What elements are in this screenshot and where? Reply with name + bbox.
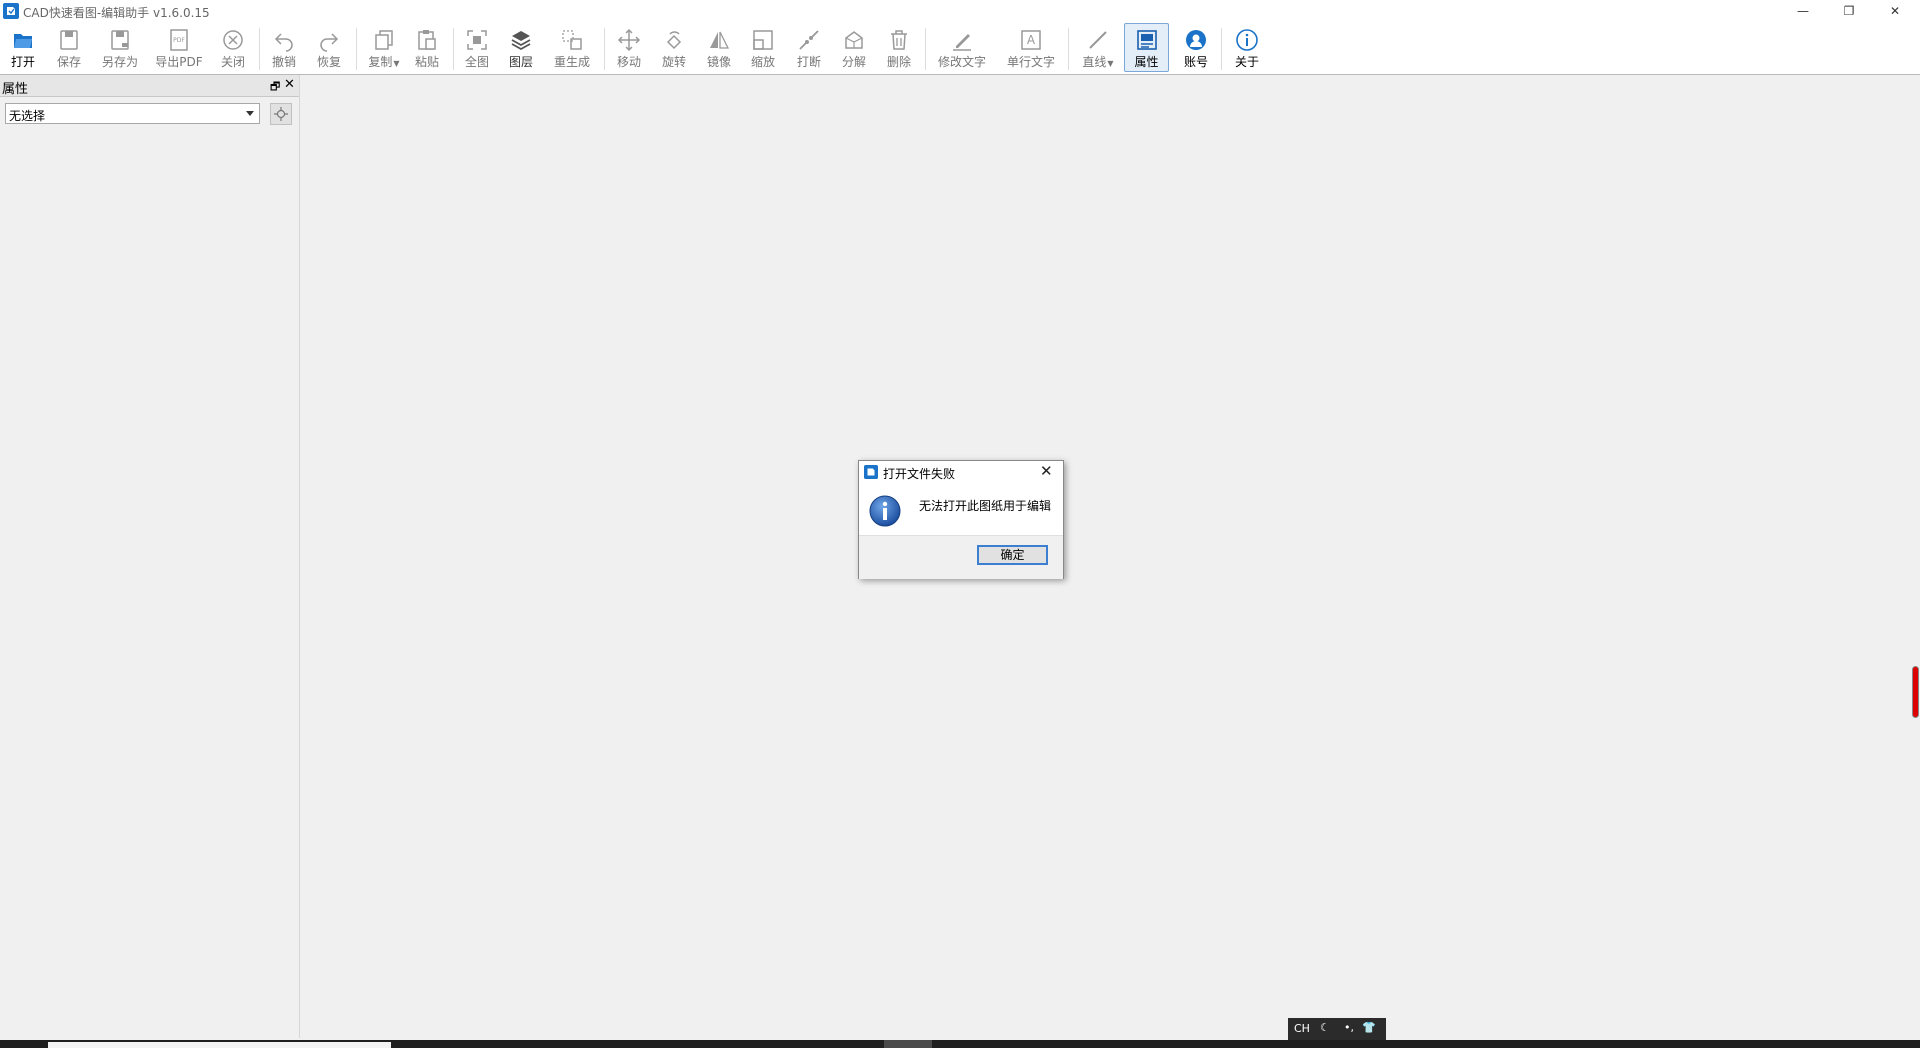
toolbar-separator — [453, 28, 454, 70]
shirt-icon[interactable]: 👕 — [1362, 1021, 1376, 1034]
redo-icon — [320, 33, 339, 52]
rotate-icon — [666, 31, 682, 50]
scale-icon — [753, 30, 773, 50]
close-file-button[interactable]: 关闭 — [216, 24, 250, 71]
export-pdf-button[interactable]: PDF 导出PDF — [154, 24, 204, 71]
moon-icon[interactable]: ☾ — [1320, 1021, 1330, 1034]
explode-icon — [845, 31, 863, 49]
save-icon — [60, 30, 78, 50]
panel-header: 属性 🗗 ✕ — [0, 75, 299, 97]
properties-button[interactable]: 属性 — [1124, 23, 1169, 72]
mirror-icon — [710, 31, 730, 49]
pick-object-button[interactable] — [270, 103, 292, 125]
dialog-title: 打开文件失败 — [883, 467, 956, 481]
properties-icon — [1136, 30, 1157, 50]
selection-dropdown[interactable]: 无选择 — [5, 103, 260, 124]
open-button[interactable]: 打开 — [6, 24, 40, 71]
layers-button[interactable]: 图层 — [504, 24, 538, 71]
crosshair-icon — [274, 107, 288, 121]
undo-icon — [274, 33, 293, 52]
toolbar-separator — [604, 28, 605, 70]
regenerate-button[interactable]: 重生成 — [550, 24, 594, 71]
window-title: CAD快速看图-编辑助手 v1.6.0.15 — [23, 6, 210, 20]
info-icon — [1236, 29, 1258, 51]
close-panel-icon[interactable]: ✕ — [284, 77, 295, 92]
dialog-close-button[interactable]: ✕ — [1040, 462, 1053, 480]
input-method-bar: CH ☾ •, 👕 — [1288, 1018, 1386, 1040]
single-line-text-button[interactable]: A 单行文字 — [1003, 24, 1059, 71]
save-as-button[interactable]: 另存为 — [98, 24, 142, 71]
toolbar-separator — [259, 28, 260, 70]
toolbar-separator — [1221, 28, 1222, 70]
drawing-canvas[interactable] — [302, 75, 1920, 1038]
dialog-message: 无法打开此图纸用于编辑 — [919, 499, 1052, 513]
side-scroll-indicator[interactable] — [1912, 666, 1919, 718]
edit-text-icon — [953, 34, 971, 51]
account-button[interactable]: 账号 — [1178, 24, 1214, 71]
restore-button[interactable]: ❐ — [1826, 0, 1872, 22]
selection-value: 无选择 — [9, 109, 46, 123]
float-panel-icon[interactable]: 🗗 — [270, 78, 280, 97]
explode-button[interactable]: 分解 — [837, 24, 871, 71]
save-button[interactable]: 保存 — [52, 24, 86, 71]
paste-button[interactable]: 粘贴 — [410, 24, 444, 71]
taskbar — [0, 1040, 1920, 1048]
move-button[interactable]: 移动 — [612, 24, 646, 71]
copy-button[interactable]: 复制▼ — [364, 24, 404, 71]
title-bar: CAD快速看图-编辑助手 v1.6.0.15 — ❐ ✕ — [0, 0, 1920, 22]
scale-button[interactable]: 缩放 — [746, 24, 780, 71]
panel-title: 属性 — [2, 82, 29, 97]
edit-text-button[interactable]: 修改文字 — [934, 24, 990, 71]
single-line-text-icon: A — [1021, 30, 1041, 50]
copy-icon — [375, 30, 393, 50]
close-window-button[interactable]: ✕ — [1872, 0, 1918, 22]
app-logo-icon — [3, 3, 19, 19]
move-icon — [617, 28, 641, 52]
fit-view-icon — [467, 30, 487, 50]
open-folder-icon — [14, 34, 32, 48]
toolbar-separator — [356, 28, 357, 70]
language-indicator[interactable]: CH — [1294, 1022, 1310, 1035]
account-icon — [1186, 30, 1206, 50]
info-icon — [869, 495, 901, 527]
properties-panel: 属性 🗗 ✕ 无选择 — [0, 75, 300, 1038]
about-button[interactable]: 关于 — [1229, 24, 1265, 71]
main-toolbar: 打开 保存 另存为 PDF 导出PDF 关闭 撤销 恢复 复制▼ 粘贴 全图 图… — [0, 22, 1920, 75]
trash-icon — [891, 30, 907, 50]
chevron-down-icon — [246, 111, 254, 116]
close-circle-icon — [223, 30, 243, 50]
layers-icon — [511, 31, 531, 51]
punctuation-icon[interactable]: •, — [1344, 1021, 1354, 1034]
taskbar-app-button[interactable] — [884, 1040, 932, 1048]
paste-icon — [418, 30, 436, 50]
save-as-icon — [111, 30, 129, 50]
line-icon — [1089, 31, 1107, 49]
mirror-button[interactable]: 镜像 — [702, 24, 736, 71]
line-button[interactable]: 直线▼ — [1078, 24, 1118, 71]
error-dialog: 打开文件失败 ✕ 无法打开此图纸用于编辑 确定 — [858, 460, 1064, 579]
delete-button[interactable]: 删除 — [882, 24, 916, 71]
export-pdf-icon: PDF — [170, 29, 188, 51]
app-logo-icon — [864, 465, 878, 479]
regenerate-icon — [562, 30, 582, 50]
break-icon — [799, 30, 819, 50]
svg-text:A: A — [1027, 33, 1036, 47]
toolbar-separator — [1068, 28, 1069, 70]
redo-button[interactable]: 恢复 — [312, 24, 346, 71]
break-button[interactable]: 打断 — [792, 24, 826, 71]
ok-button[interactable]: 确定 — [977, 545, 1048, 565]
fit-view-button[interactable]: 全图 — [460, 24, 494, 71]
rotate-button[interactable]: 旋转 — [657, 24, 691, 71]
taskbar-search-box[interactable] — [48, 1042, 391, 1048]
toolbar-separator — [925, 28, 926, 70]
svg-text:PDF: PDF — [173, 37, 185, 44]
undo-button[interactable]: 撤销 — [267, 24, 301, 71]
minimize-button[interactable]: — — [1780, 0, 1826, 22]
